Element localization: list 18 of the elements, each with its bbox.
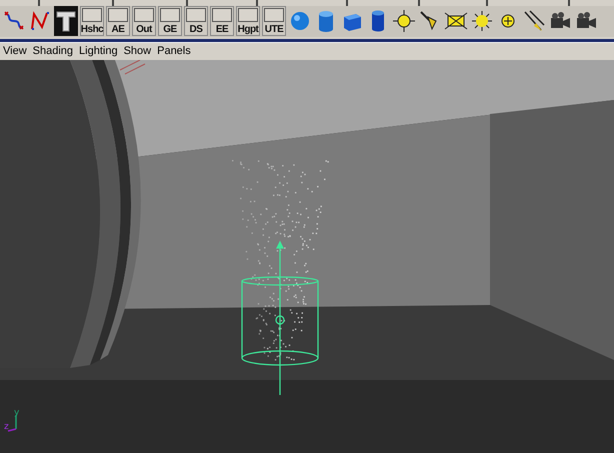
shelf-button[interactable]: DS <box>184 6 208 36</box>
shelf-button[interactable]: Hgpt <box>236 6 260 36</box>
shelf-button[interactable]: EE <box>210 6 234 36</box>
shelf-button[interactable] <box>54 6 78 36</box>
point-light-icon <box>392 9 416 34</box>
text-icon <box>54 9 78 34</box>
directional-light-icon <box>522 9 546 34</box>
menu-item[interactable]: Show <box>124 45 152 58</box>
shelf-button[interactable]: Out <box>132 6 156 36</box>
shelf-button[interactable]: UTE <box>262 6 286 36</box>
sun-icon <box>470 9 494 34</box>
shelf-button[interactable]: Hshc <box>80 6 104 36</box>
menu-item[interactable]: View <box>3 45 27 58</box>
menu-item[interactable]: Lighting <box>79 45 118 58</box>
menu-item[interactable]: Shading <box>32 45 74 58</box>
menu-item[interactable]: Panels <box>157 45 191 58</box>
shelf-button[interactable]: GE <box>158 6 182 36</box>
shelf-button[interactable]: AE <box>106 6 130 36</box>
